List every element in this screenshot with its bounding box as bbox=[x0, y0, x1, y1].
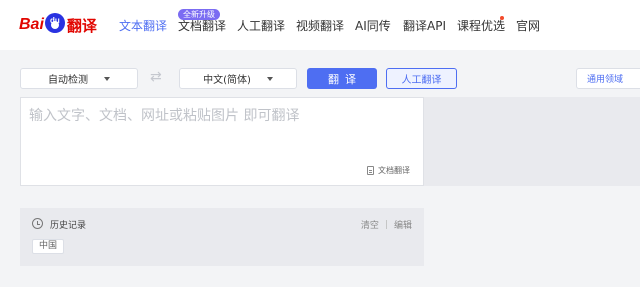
edit-history-button[interactable]: 编辑 bbox=[394, 218, 412, 231]
document-icon bbox=[367, 166, 374, 175]
document-translate-label: 文档翻译 bbox=[378, 166, 410, 175]
source-language-select[interactable]: 自动检测 bbox=[20, 68, 138, 89]
chevron-down-icon bbox=[266, 76, 273, 81]
baidu-translate-logo[interactable]: Bai du 翻译 bbox=[19, 11, 97, 39]
translate-button[interactable]: 翻译 bbox=[307, 68, 377, 89]
history-actions: 清空 | 编辑 bbox=[361, 218, 412, 232]
nav-video-translate[interactable]: 视频翻译 bbox=[296, 17, 344, 34]
source-language-label: 自动检测 bbox=[48, 75, 88, 86]
divider: | bbox=[384, 219, 388, 230]
nav-official-site[interactable]: 官网 bbox=[516, 17, 540, 34]
document-translate-link[interactable]: 文档翻译 bbox=[367, 165, 410, 176]
history-title: 历史记录 bbox=[50, 221, 87, 231]
source-text-input[interactable]: 输入文字、文档、网址或粘贴图片 即可翻译 文档翻译 bbox=[20, 97, 424, 186]
domain-select-button[interactable]: 通用领域 bbox=[576, 68, 640, 89]
nav-translate-api[interactable]: 翻译API bbox=[403, 17, 446, 34]
history-panel: 历史记录 清空 | 编辑 中国 bbox=[20, 208, 424, 266]
translation-output-area bbox=[424, 97, 640, 186]
top-navigation-bar: Bai du 翻译 文本翻译 文档翻译 人工翻译 视频翻译 AI同传 翻译API… bbox=[0, 0, 640, 50]
logo-brand-text: Bai bbox=[19, 16, 44, 33]
new-upgrade-badge: 全新升级 bbox=[178, 9, 220, 20]
nav-human-translate[interactable]: 人工翻译 bbox=[237, 17, 285, 34]
human-translate-button[interactable]: 人工翻译 bbox=[386, 68, 457, 89]
notification-dot bbox=[500, 16, 504, 20]
baidu-paw-icon: du bbox=[44, 13, 65, 33]
input-placeholder: 输入文字、文档、网址或粘贴图片 即可翻译 bbox=[29, 108, 300, 124]
nav-text-translate[interactable]: 文本翻译 bbox=[119, 17, 167, 34]
swap-languages-icon[interactable]: ⇄ bbox=[150, 69, 162, 85]
target-language-select[interactable]: 中文(简体) bbox=[179, 68, 297, 89]
logo-product-text: 翻译 bbox=[66, 16, 97, 35]
nav-ai-interpretation[interactable]: AI同传 bbox=[355, 17, 391, 34]
clear-history-button[interactable]: 清空 bbox=[361, 218, 379, 231]
chevron-down-icon bbox=[104, 76, 110, 81]
target-language-label: 中文(简体) bbox=[203, 75, 251, 86]
nav-courses[interactable]: 课程优选 bbox=[457, 17, 505, 34]
clock-icon bbox=[32, 218, 43, 229]
history-item[interactable]: 中国 bbox=[32, 239, 65, 254]
